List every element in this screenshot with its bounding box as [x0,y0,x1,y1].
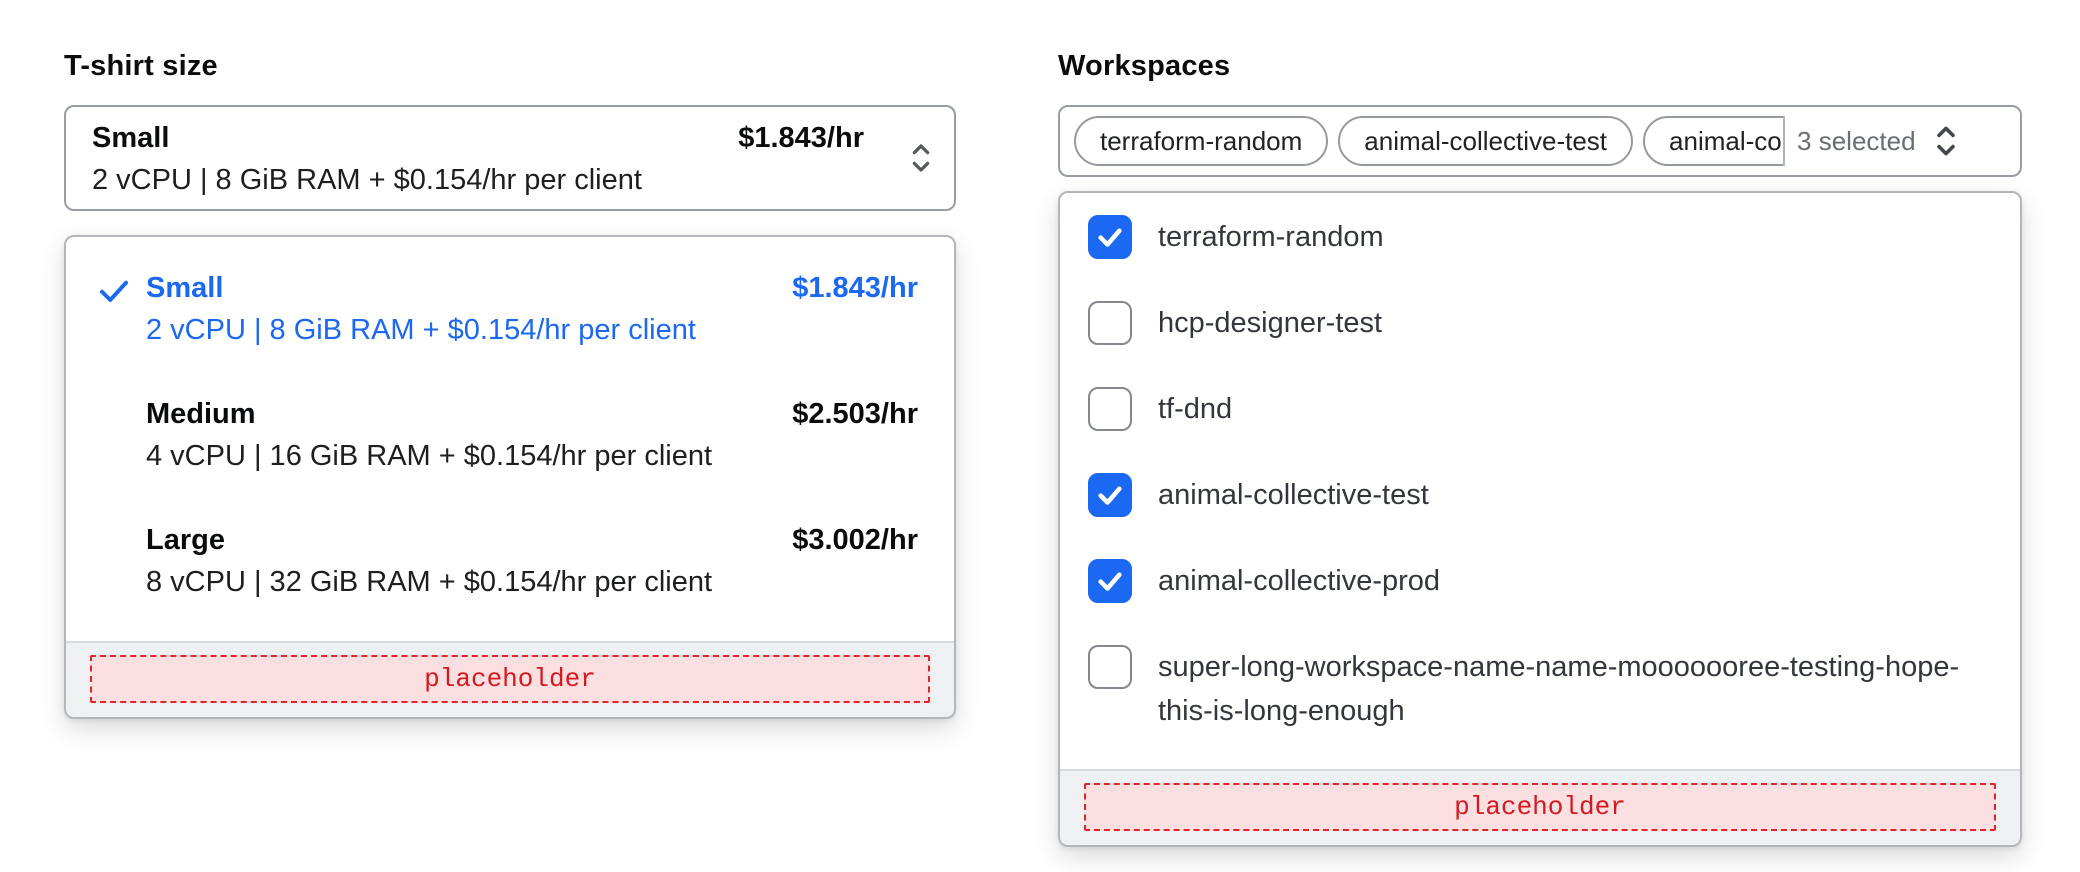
workspaces-label: Workspaces [1058,50,1231,82]
option-large[interactable]: Large $3.002/hr 8 vCPU | 32 GiB RAM + $0… [66,505,954,619]
workspace-option-animal-collective-prod[interactable]: animal-collective-prod [1088,559,1992,603]
option-price: $2.503/hr [792,398,918,430]
selected-size-subtitle: 2 vCPU | 8 GiB RAM + $0.154/hr per clien… [92,164,642,196]
workspace-option-label: hcp-designer-test [1158,307,1383,339]
checkbox[interactable] [1088,473,1132,517]
tshirt-size-field: T-shirt size Small $1.843/hr 2 vCPU | 8 … [64,50,956,719]
checkbox[interactable] [1088,301,1132,345]
check-icon [96,273,132,309]
workspace-chip: terraform-random [1074,116,1329,166]
workspace-option-label: animal-collective-test [1158,479,1429,511]
option-title: Large [146,524,225,556]
workspace-option-label: super-long-workspace-name-name-moooooore… [1158,651,1960,727]
tshirt-size-dropdown: Small $1.843/hr 2 vCPU | 8 GiB RAM + $0.… [64,235,956,719]
workspaces-field: Workspaces terraform-random animal-colle… [1058,50,2022,847]
workspace-chip: animal-collective-test [1338,116,1634,166]
option-subtitle: 4 vCPU | 16 GiB RAM + $0.154/hr per clie… [146,440,713,472]
checkbox[interactable] [1088,645,1132,689]
option-medium[interactable]: Medium $2.503/hr 4 vCPU | 16 GiB RAM + $… [66,379,954,493]
option-subtitle: 2 vCPU | 8 GiB RAM + $0.154/hr per clien… [146,314,696,346]
option-small[interactable]: Small $1.843/hr 2 vCPU | 8 GiB RAM + $0.… [66,253,954,367]
footer-placeholder: placeholder [90,655,930,703]
workspaces-options: terraform-random hcp-designer-test tf-dn… [1060,193,2020,769]
workspace-chip-clipped: animal-co [1643,116,1786,166]
checkbox[interactable] [1088,387,1132,431]
checkbox[interactable] [1088,215,1132,259]
workspaces-dropdown: terraform-random hcp-designer-test tf-dn… [1058,191,2022,847]
option-subtitle: 8 vCPU | 32 GiB RAM + $0.154/hr per clie… [146,566,713,598]
workspace-option-label: terraform-random [1158,221,1384,253]
option-price: $3.002/hr [792,524,918,556]
option-title: Medium [146,398,256,430]
workspace-option-hcp-designer-test[interactable]: hcp-designer-test [1088,301,1992,345]
workspace-option-terraform-random[interactable]: terraform-random [1088,215,1992,259]
workspace-option-tf-dnd[interactable]: tf-dnd [1088,387,1992,431]
workspaces-select-trigger[interactable]: terraform-random animal-collective-test … [1058,105,2022,177]
workspace-chip: animal-co [1643,116,1784,166]
dropdown-footer: placeholder [66,641,954,717]
selected-size-price: $1.843/hr [738,122,864,154]
workspace-option-animal-collective-test[interactable]: animal-collective-test [1088,473,1992,517]
tshirt-size-label: T-shirt size [64,50,218,82]
checkbox[interactable] [1088,559,1132,603]
workspace-option-super-long-name[interactable]: super-long-workspace-name-name-moooooore… [1088,645,1992,733]
selected-count-label: 3 selected [1797,125,1916,156]
selected-size-title: Small [92,122,170,154]
tshirt-size-options: Small $1.843/hr 2 vCPU | 8 GiB RAM + $0.… [66,237,954,641]
unfold-more-icon [1928,120,1964,162]
footer-placeholder: placeholder [1084,783,1996,831]
option-price: $1.843/hr [792,272,918,304]
tshirt-size-select-trigger[interactable]: Small $1.843/hr 2 vCPU | 8 GiB RAM + $0.… [64,105,956,211]
workspace-option-label: tf-dnd [1158,393,1233,425]
option-title: Small [146,272,224,304]
workspace-option-label: animal-collective-prod [1158,565,1441,597]
unfold-more-icon [904,138,938,178]
dropdown-footer: placeholder [1060,769,2020,845]
